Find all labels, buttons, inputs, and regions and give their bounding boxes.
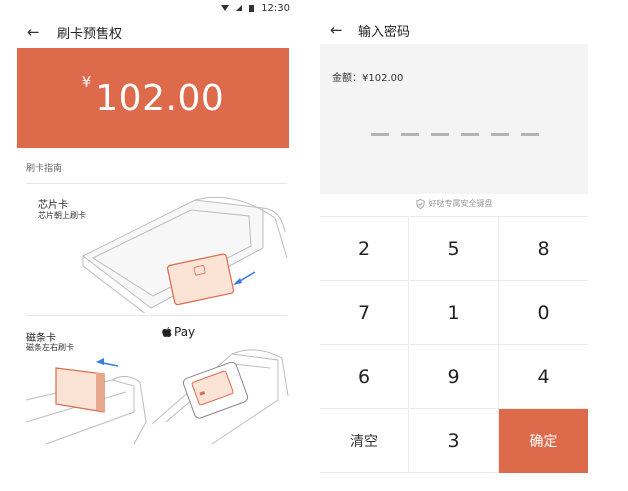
amount-value: 102.00	[95, 77, 225, 119]
key-digit[interactable]: 3	[409, 409, 499, 473]
enter-pin-screen: ← 输入密码 金额：¥102.00 好哒专属安全键盘 2 5 8 7 1 0 6…	[320, 0, 588, 474]
key-digit[interactable]: 6	[320, 345, 409, 409]
pin-slot	[371, 133, 389, 136]
amount-banner: ¥ 102.00	[17, 48, 289, 148]
status-bar: 12:30	[190, 2, 290, 14]
key-digit[interactable]: 0	[499, 281, 588, 345]
pin-slot	[521, 133, 539, 136]
page-title: 输入密码	[358, 24, 411, 40]
divider	[26, 315, 287, 316]
pin-slot	[491, 133, 509, 136]
key-digit[interactable]: 7	[320, 281, 409, 345]
back-arrow-icon[interactable]: ←	[320, 21, 348, 39]
key-digit[interactable]: 4	[499, 345, 588, 409]
clear-button[interactable]: 清空	[320, 409, 409, 473]
header: ← 刷卡预售权	[17, 18, 289, 46]
safe-keyboard-text: 好哒专属安全键盘	[428, 199, 493, 208]
key-digit[interactable]: 9	[409, 345, 499, 409]
safe-keyboard-notice: 好哒专属安全键盘	[320, 198, 588, 209]
key-digit[interactable]: 2	[320, 217, 409, 281]
confirm-button[interactable]: 确定	[499, 409, 588, 473]
chip-insert-illustration	[82, 196, 288, 313]
apple-icon	[162, 327, 172, 337]
header: ← 输入密码	[320, 18, 588, 42]
page-title: 刷卡预售权	[57, 26, 123, 42]
applepay-logo: Pay	[162, 325, 195, 339]
pin-slot	[461, 133, 479, 136]
key-digit[interactable]: 5	[409, 217, 499, 281]
divider	[26, 183, 287, 184]
pin-panel: 金额：¥102.00	[320, 44, 588, 194]
shield-icon	[415, 198, 425, 209]
currency-symbol: ¥	[81, 73, 92, 91]
battery-icon	[249, 4, 255, 12]
pin-dots	[371, 133, 539, 136]
guide-title: 刷卡指南	[26, 164, 63, 174]
status-time: 12:30	[261, 2, 290, 14]
back-arrow-icon[interactable]: ←	[17, 23, 45, 41]
applepay-label: Pay	[174, 325, 196, 339]
amount-label: 金额：¥102.00	[332, 73, 404, 84]
applepay-tap-illustration	[152, 349, 289, 445]
pin-slot	[401, 133, 419, 136]
chip-card-title: 芯片卡	[38, 200, 68, 211]
key-digit[interactable]: 1	[409, 281, 499, 345]
magstripe-swipe-illustration	[26, 358, 147, 445]
numeric-keypad: 2 5 8 7 1 0 6 9 4 清空 3 确定	[320, 216, 588, 473]
wifi-icon	[221, 5, 230, 11]
signal-icon	[236, 5, 243, 11]
swipe-card-screen: ← 刷卡预售权 ¥ 102.00 刷卡指南 芯片卡 芯片朝上刷卡 磁条卡 磁条左…	[17, 0, 289, 470]
key-digit[interactable]: 8	[499, 217, 588, 281]
pin-slot	[431, 133, 449, 136]
